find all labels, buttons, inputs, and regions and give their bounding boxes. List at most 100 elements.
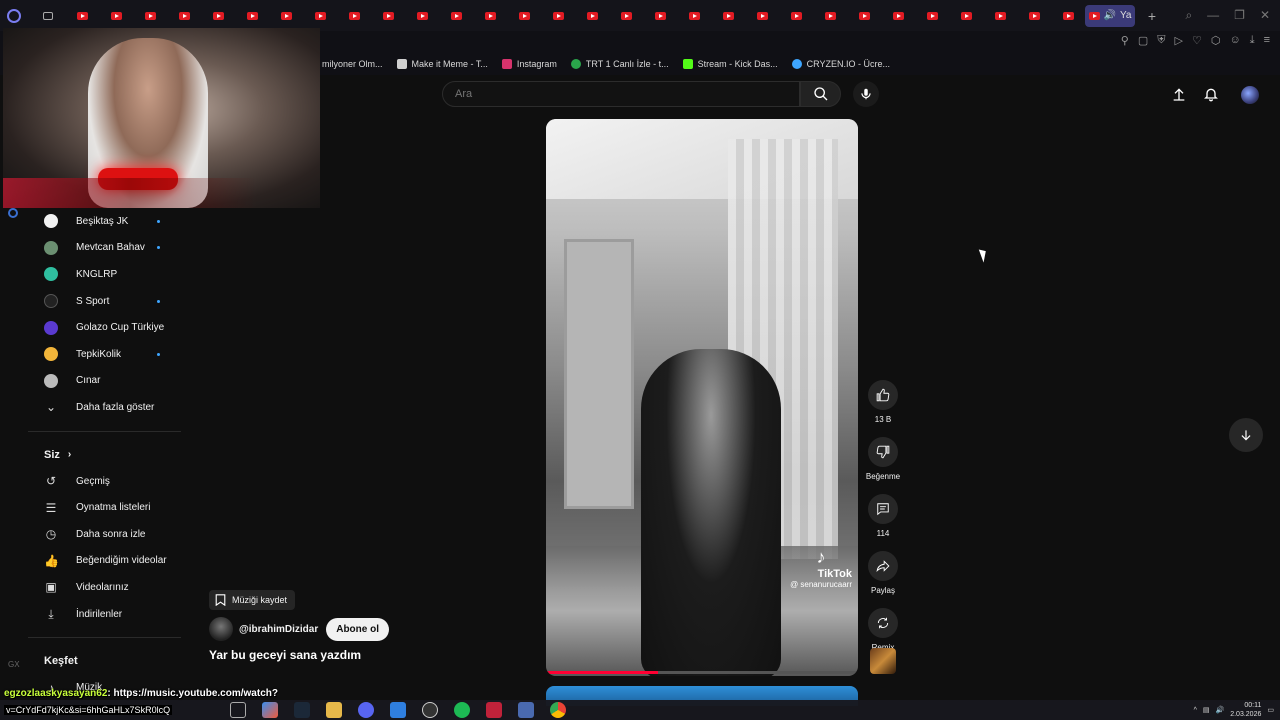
sidebar-item-playlists[interactable]: ☰ Oynatma listeleri	[28, 494, 188, 521]
youtube-tab[interactable]	[915, 0, 949, 31]
like-button[interactable]	[868, 380, 898, 410]
speaker-icon[interactable]: 🔊	[1216, 706, 1225, 714]
youtube-tab[interactable]	[745, 0, 779, 31]
youtube-tab[interactable]	[983, 0, 1017, 31]
bookmark-item[interactable]: Make it Meme - T...	[396, 59, 488, 69]
copilot-icon[interactable]	[262, 702, 278, 718]
spotify-icon[interactable]	[454, 702, 470, 718]
sidebar-item-subscription[interactable]: Cınar	[28, 368, 188, 395]
snapshot-icon[interactable]: ▢	[1138, 34, 1148, 47]
new-tab-button[interactable]: +	[1135, 0, 1169, 31]
bookmark-icon[interactable]: ⚲	[1121, 34, 1129, 47]
tab-dashboard[interactable]	[31, 0, 65, 31]
you-section-header[interactable]: Siz ›	[28, 442, 188, 468]
settings-icon[interactable]	[8, 208, 18, 218]
heart-icon[interactable]: ♡	[1192, 34, 1202, 47]
notification-icon[interactable]: ▭	[1267, 706, 1274, 714]
sidebar-item-liked-videos[interactable]: 👍 Beğendiğim videolar	[28, 548, 188, 575]
sidebar-item-subscription[interactable]: TepkiKolik	[28, 341, 188, 368]
remix-button[interactable]	[868, 608, 898, 638]
opera-gx-logo-icon[interactable]	[7, 8, 21, 23]
sidebar-item-subscription[interactable]: KNGLRP	[28, 261, 188, 288]
file-explorer-icon[interactable]	[326, 702, 342, 718]
download-icon[interactable]: ⤓	[1250, 34, 1255, 47]
obs-icon[interactable]	[422, 702, 438, 718]
youtube-tab[interactable]	[507, 0, 541, 31]
notifications-button[interactable]	[1202, 85, 1220, 103]
search-input[interactable]	[443, 82, 799, 106]
menu-icon[interactable]: ≡	[1264, 34, 1270, 47]
steam-icon[interactable]	[294, 702, 310, 718]
bookmark-item[interactable]: Stream - Kick Das...	[682, 59, 778, 69]
youtube-tab[interactable]	[677, 0, 711, 31]
mail-icon[interactable]	[390, 702, 406, 718]
video-title[interactable]: Yar bu geceyi sana yazdım	[209, 648, 361, 662]
app-icon[interactable]	[518, 702, 534, 718]
youtube-tab[interactable]	[405, 0, 439, 31]
youtube-tab[interactable]	[609, 0, 643, 31]
youtube-tab[interactable]	[541, 0, 575, 31]
show-more-button[interactable]: ⌄ Daha fazla göster	[28, 394, 188, 421]
create-button[interactable]	[1170, 85, 1188, 103]
clock[interactable]: 00:11 2.03.2026	[1230, 701, 1261, 719]
channel-name[interactable]: @ibrahimDizidar	[239, 624, 318, 635]
chevron-up-icon[interactable]: ^	[1194, 707, 1197, 714]
sidebar-item-downloads[interactable]: ⤓ İndirilenler	[28, 601, 188, 628]
opera-gx-icon[interactable]	[486, 702, 502, 718]
bookmark-item[interactable]: Instagram	[501, 59, 557, 69]
task-view-icon[interactable]	[230, 702, 246, 718]
youtube-tab[interactable]	[167, 0, 201, 31]
youtube-tab[interactable]	[65, 0, 99, 31]
comments-button[interactable]	[868, 494, 898, 524]
account-avatar[interactable]	[1241, 86, 1259, 104]
minimize-button[interactable]: —	[1207, 8, 1219, 23]
youtube-tab[interactable]	[949, 0, 983, 31]
share-button[interactable]	[868, 551, 898, 581]
sound-thumbnail[interactable]	[870, 648, 896, 674]
youtube-tab[interactable]	[303, 0, 337, 31]
voice-search-button[interactable]	[853, 81, 879, 107]
youtube-tab[interactable]	[337, 0, 371, 31]
sidebar-item-history[interactable]: ↺ Geçmiş	[28, 468, 188, 495]
discord-icon[interactable]	[358, 702, 374, 718]
profile-icon[interactable]: ☺	[1229, 34, 1240, 47]
search-tabs-icon[interactable]: ⌕	[1185, 8, 1192, 23]
youtube-tab[interactable]	[371, 0, 405, 31]
youtube-tab[interactable]	[575, 0, 609, 31]
sidebar-item-subscription[interactable]: S Sport	[28, 288, 188, 315]
maximize-button[interactable]: ❐	[1234, 8, 1245, 23]
sidebar-item-subscription[interactable]: Golazo Cup Türkiye	[28, 314, 188, 341]
youtube-tab[interactable]	[439, 0, 473, 31]
youtube-tab[interactable]	[269, 0, 303, 31]
youtube-tab[interactable]	[813, 0, 847, 31]
youtube-tab[interactable]	[473, 0, 507, 31]
shield-icon[interactable]: ⛨	[1157, 34, 1165, 47]
youtube-tab[interactable]	[881, 0, 915, 31]
youtube-tab[interactable]	[1051, 0, 1085, 31]
extensions-icon[interactable]: ⬡	[1211, 34, 1221, 47]
youtube-tab[interactable]	[847, 0, 881, 31]
active-tab[interactable]: 🔊 Ya	[1085, 4, 1135, 27]
sidebar-item-subscription[interactable]: Mevtcan Bahav	[28, 235, 188, 262]
youtube-tab[interactable]	[643, 0, 677, 31]
bookmark-item[interactable]: CRYZEN.IO - Ücre...	[791, 59, 890, 69]
close-window-button[interactable]: ✕	[1260, 8, 1270, 23]
search-box[interactable]	[442, 81, 800, 107]
youtube-tab[interactable]	[201, 0, 235, 31]
bookmark-item[interactable]: milyoner Olm...	[322, 59, 383, 69]
sidebar-item-your-videos[interactable]: ▣ Videolarınız	[28, 574, 188, 601]
youtube-tab[interactable]	[711, 0, 745, 31]
sidebar-item-subscription[interactable]: Beşiktaş JK	[28, 208, 188, 235]
network-icon[interactable]: ▤	[1203, 706, 1210, 714]
play-icon[interactable]: ▷	[1175, 34, 1183, 47]
sidebar-item-watch-later[interactable]: ◷ Daha sonra izle	[28, 521, 188, 548]
subscribe-button[interactable]: Abone ol	[326, 617, 389, 641]
video-progress-bar[interactable]	[546, 671, 858, 674]
channel-avatar[interactable]	[209, 617, 233, 641]
dislike-button[interactable]	[868, 437, 898, 467]
youtube-tab[interactable]	[99, 0, 133, 31]
youtube-tab[interactable]	[779, 0, 813, 31]
short-video-player[interactable]: ♪ TikTok @ senanurucaarr	[546, 119, 858, 676]
youtube-tab[interactable]	[133, 0, 167, 31]
next-video-button[interactable]	[1229, 418, 1263, 452]
